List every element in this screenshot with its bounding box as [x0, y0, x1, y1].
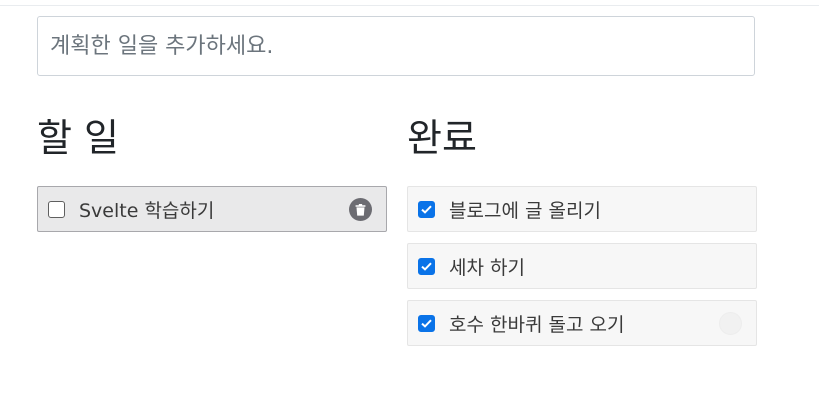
done-item[interactable]: 세차 하기	[407, 243, 757, 289]
trash-icon[interactable]	[349, 198, 372, 221]
todo-item-label: Svelte 학습하기	[79, 199, 215, 222]
new-todo-input[interactable]	[37, 16, 755, 76]
done-checkbox[interactable]	[418, 314, 435, 332]
todo-checkbox[interactable]	[48, 200, 65, 218]
done-checkbox[interactable]	[418, 200, 435, 218]
done-item-label: 호수 한바퀴 돌고 오기	[449, 313, 625, 336]
done-item[interactable]: 블로그에 글 올리기	[407, 186, 757, 232]
done-checkbox[interactable]	[418, 257, 435, 275]
done-item[interactable]: 호수 한바퀴 돌고 오기	[407, 300, 757, 346]
done-item-label: 블로그에 글 올리기	[449, 199, 601, 222]
top-divider	[0, 5, 819, 6]
trash-icon[interactable]	[719, 312, 742, 335]
todo-column-title: 할 일	[37, 116, 119, 160]
done-column: 완료 블로그에 글 올리기 세차 하기 호수 한바퀴 돌고 오기	[407, 112, 757, 357]
todo-column: 할 일 Svelte 학습하기	[37, 112, 387, 243]
done-column-title: 완료	[407, 116, 477, 160]
todo-item[interactable]: Svelte 학습하기	[37, 186, 387, 232]
done-item-label: 세차 하기	[449, 256, 525, 279]
